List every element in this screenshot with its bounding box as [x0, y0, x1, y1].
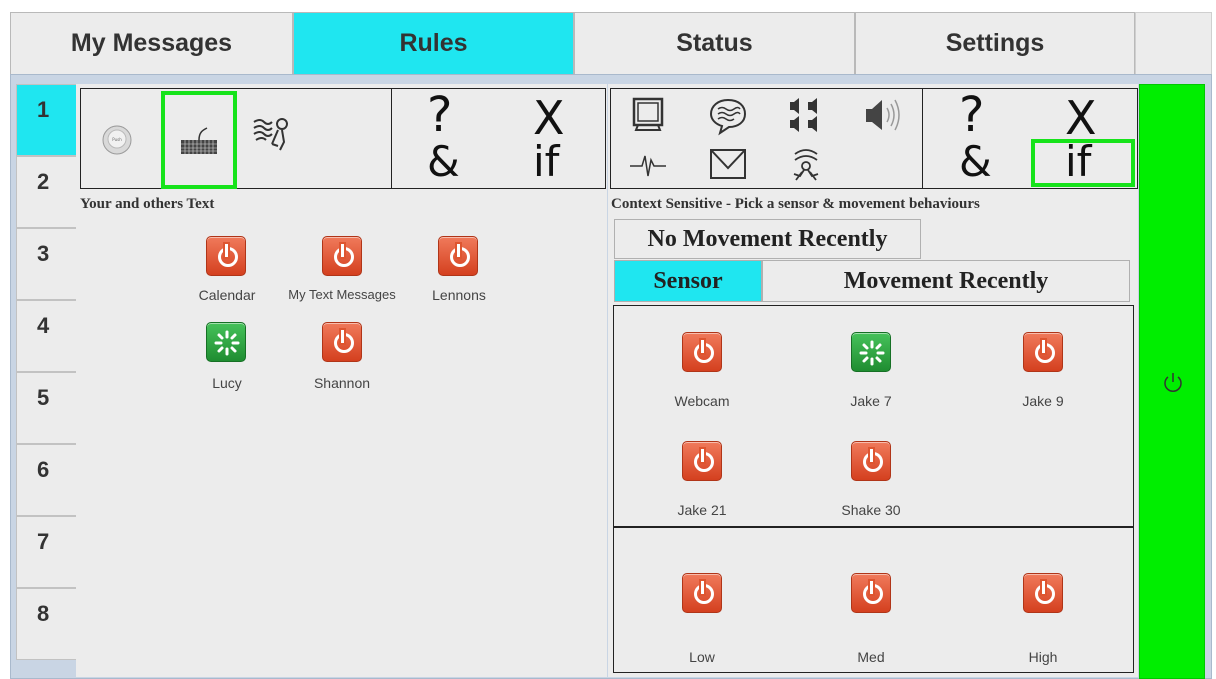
side-tab-3[interactable]: 3 — [16, 228, 76, 300]
side-tab-5[interactable]: 5 — [16, 372, 76, 444]
tab-strip-filler — [1135, 12, 1212, 74]
side-tab-6[interactable]: 6 — [16, 444, 76, 516]
section-label: Your and others Text — [80, 196, 215, 212]
sensor-label: Jake 9 — [1022, 393, 1064, 409]
level-label: High — [1028, 649, 1058, 665]
item-label: My Text Messages — [288, 287, 396, 302]
tab-sensor[interactable]: Sensor — [614, 260, 762, 302]
push-button-icon[interactable]: Push — [95, 123, 139, 157]
level-label: Med — [857, 649, 885, 665]
spinner-icon — [214, 330, 240, 356]
side-tab-7[interactable]: 7 — [16, 516, 76, 588]
item-label: Lucy — [212, 375, 242, 391]
keyboard-icon[interactable] — [161, 91, 237, 189]
question-operator[interactable]: ? — [427, 91, 452, 139]
spinner-icon — [859, 340, 885, 366]
item-label: Calendar — [198, 287, 256, 303]
levels-list: Low Med High — [613, 527, 1134, 673]
side-tab-1[interactable]: 1 — [16, 84, 76, 156]
x-operator[interactable]: X — [1065, 95, 1097, 141]
if-operator[interactable]: if — [1065, 141, 1091, 183]
svg-text:Push: Push — [112, 137, 122, 142]
question-operator[interactable]: ? — [959, 91, 984, 139]
section-label: Context Sensitive - Pick a sensor & move… — [611, 196, 980, 212]
right-panel: ? X & if Context Sensitive - Pick a sens… — [608, 84, 1138, 677]
toolbar-divider — [391, 89, 392, 188]
left-toolbar: Push ? X & if — [80, 88, 606, 189]
right-toolbar: ? X & if — [610, 88, 1138, 189]
lennons-power-button[interactable] — [438, 236, 478, 276]
speaker-volume-icon[interactable] — [859, 95, 909, 137]
sensor-label: Jake 21 — [677, 502, 727, 518]
if-operator-selected[interactable]: if — [1031, 139, 1135, 187]
motion-sensor-icon[interactable] — [783, 143, 829, 185]
envelope-icon[interactable] — [705, 143, 751, 185]
master-power-bar[interactable] — [1139, 84, 1205, 679]
side-tab-8[interactable]: 8 — [16, 588, 76, 660]
side-tab-2[interactable]: 2 — [16, 156, 76, 228]
tab-label: My Messages — [70, 29, 233, 57]
power-icon — [1164, 373, 1182, 392]
x-operator[interactable]: X — [533, 95, 565, 141]
sensor-label: Jake 7 — [850, 393, 892, 409]
monitor-icon[interactable] — [625, 95, 671, 137]
and-operator[interactable]: & — [427, 141, 460, 183]
and-operator[interactable]: & — [959, 141, 992, 183]
high-power-button[interactable] — [1023, 573, 1063, 613]
tab-label: Rules — [399, 29, 468, 57]
level-label: Low — [689, 649, 715, 665]
toolbar-divider — [922, 89, 923, 188]
speech-wave-icon[interactable] — [247, 111, 297, 157]
jake-7-loading-button[interactable] — [851, 332, 891, 372]
speakers-icon[interactable] — [783, 95, 829, 137]
my-text-messages-power-button[interactable] — [322, 236, 362, 276]
sensor-label: Webcam — [674, 393, 730, 409]
if-operator[interactable]: if — [533, 141, 559, 183]
shannon-power-button[interactable] — [322, 322, 362, 362]
tab-no-movement-recently[interactable]: No Movement Recently — [614, 219, 921, 259]
low-power-button[interactable] — [682, 573, 722, 613]
jake-9-power-button[interactable] — [1023, 332, 1063, 372]
tab-label: Status — [676, 29, 753, 57]
tab-status[interactable]: Status — [574, 12, 855, 74]
chat-bubble-icon[interactable] — [705, 95, 751, 137]
tab-movement-recently[interactable]: Movement Recently — [762, 260, 1130, 302]
med-power-button[interactable] — [851, 573, 891, 613]
shake-30-power-button[interactable] — [851, 441, 891, 481]
tab-settings[interactable]: Settings — [855, 12, 1135, 74]
tab-my-messages[interactable]: My Messages — [10, 12, 293, 74]
sensor-label: Shake 30 — [841, 502, 901, 518]
webcam-power-button[interactable] — [682, 332, 722, 372]
side-tab-4[interactable]: 4 — [16, 300, 76, 372]
calendar-power-button[interactable] — [206, 236, 246, 276]
sensors-list: Webcam Jake 7 Jake 9 Jake 21 Shake 30 — [613, 305, 1134, 527]
left-panel: Push ? X & if Your and others Text Calen… — [76, 84, 607, 677]
tab-rules[interactable]: Rules — [293, 12, 574, 74]
lucy-loading-button[interactable] — [206, 322, 246, 362]
item-label: Lennons — [432, 287, 486, 303]
heartbeat-icon[interactable] — [625, 143, 671, 185]
tab-label: Settings — [945, 29, 1045, 57]
item-label: Shannon — [313, 375, 371, 391]
jake-21-power-button[interactable] — [682, 441, 722, 481]
